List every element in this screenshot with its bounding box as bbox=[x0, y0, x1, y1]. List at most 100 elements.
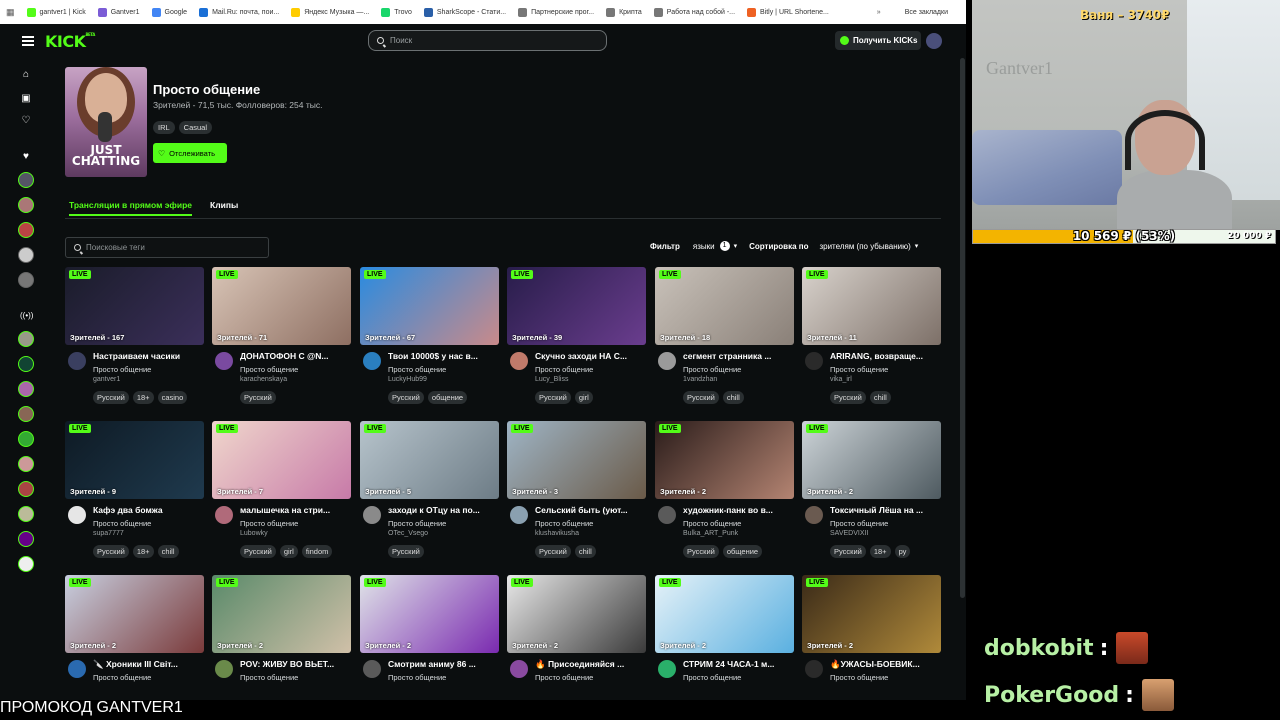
stream-category[interactable]: Просто общение bbox=[240, 519, 298, 528]
stream-card[interactable]: LIVE Зрителей - 9 Кафэ два бомжа Просто общ… bbox=[65, 421, 204, 558]
stream-card[interactable]: LIVE Зрителей - 3 Сельский быть (уют... Про… bbox=[507, 421, 646, 558]
stream-card[interactable]: LIVE Зрителей - 2 Токсичный Лёша на ... Про… bbox=[802, 421, 941, 558]
stream-tag[interactable]: chill bbox=[574, 545, 596, 558]
stream-tag[interactable]: Русский bbox=[830, 391, 866, 404]
stream-thumbnail[interactable]: LIVE Зрителей - 7 bbox=[212, 421, 351, 499]
bookmark-item[interactable]: gantver1 | Kick bbox=[26, 7, 86, 17]
stream-tag[interactable]: Русский bbox=[388, 545, 424, 558]
stream-title[interactable]: Настраиваем часики bbox=[93, 351, 204, 361]
channel-username[interactable]: LuckyHub99 bbox=[388, 376, 427, 383]
sidebar-channel-avatar[interactable] bbox=[18, 481, 34, 497]
channel-avatar[interactable] bbox=[805, 506, 823, 524]
stream-tag[interactable]: 18+ bbox=[869, 545, 891, 558]
stream-category[interactable]: Просто общение bbox=[388, 519, 446, 528]
channel-avatar[interactable] bbox=[510, 660, 528, 678]
channel-username[interactable]: vika_irl bbox=[830, 376, 852, 383]
stream-category[interactable]: Просто общение bbox=[830, 519, 888, 528]
stream-card[interactable]: LIVE Зрителей - 5 заходи к ОТцу на по... Пр… bbox=[360, 421, 499, 558]
bookmark-item[interactable]: Trovo bbox=[381, 7, 412, 17]
kick-logo[interactable]: KICKBETA bbox=[45, 32, 95, 51]
bookmark-item[interactable]: Google bbox=[151, 7, 187, 17]
channel-avatar[interactable] bbox=[215, 660, 233, 678]
sidebar-channel-avatar[interactable] bbox=[18, 331, 34, 347]
stream-category[interactable]: Просто общение bbox=[830, 365, 888, 374]
stream-thumbnail[interactable]: LIVE Зрителей - 2 bbox=[655, 575, 794, 653]
stream-card[interactable]: LIVE Зрителей - 2 Смотрим аниму 86 ... Прос… bbox=[360, 575, 499, 682]
bookmark-item[interactable]: SharkScope - Стати... bbox=[423, 7, 506, 17]
stream-tag[interactable]: Русский bbox=[535, 545, 571, 558]
stream-title[interactable]: Смотрим аниму 86 ... bbox=[388, 659, 499, 669]
stream-tag[interactable]: Русский bbox=[683, 391, 719, 404]
stream-category[interactable]: Просто общение bbox=[683, 519, 741, 528]
stream-card[interactable]: LIVE Зрителей - 39 Скучно заходи НА С... Пр… bbox=[507, 267, 646, 404]
stream-tag[interactable]: chill bbox=[157, 545, 179, 558]
stream-tag[interactable]: Русский bbox=[93, 391, 129, 404]
channel-avatar[interactable] bbox=[363, 660, 381, 678]
stream-title[interactable]: Твои 10000$ у нас в... bbox=[388, 351, 499, 361]
tab-clips[interactable]: Клипы bbox=[210, 200, 238, 210]
home-icon[interactable]: ⌂ bbox=[20, 69, 32, 81]
sidebar-channel-avatar[interactable] bbox=[18, 556, 34, 572]
stream-tag[interactable]: Русский bbox=[240, 545, 276, 558]
stream-card[interactable]: LIVE Зрителей - 71 ДОНАТОФОН С @N... Просто… bbox=[212, 267, 351, 404]
sort-dropdown[interactable]: зрителям (по убыванию) ▾ bbox=[819, 242, 918, 251]
sidebar-channel-avatar[interactable] bbox=[18, 272, 34, 288]
stream-title[interactable]: 🔪 Хроники III Світ... bbox=[93, 659, 204, 670]
stream-thumbnail[interactable]: LIVE Зрителей - 11 bbox=[802, 267, 941, 345]
stream-card[interactable]: LIVE Зрителей - 2 POV: ЖИВУ ВО ВЬЕТ... Прос… bbox=[212, 575, 351, 682]
stream-thumbnail[interactable]: LIVE Зрителей - 2 bbox=[507, 575, 646, 653]
stream-category[interactable]: Просто общение bbox=[830, 673, 888, 682]
channel-avatar[interactable] bbox=[215, 352, 233, 370]
channel-avatar[interactable] bbox=[68, 352, 86, 370]
stream-title[interactable]: малышечка на стри... bbox=[240, 505, 351, 515]
channel-avatar[interactable] bbox=[363, 506, 381, 524]
stream-title[interactable]: заходи к ОТцу на по... bbox=[388, 505, 499, 515]
stream-thumbnail[interactable]: LIVE Зрителей - 39 bbox=[507, 267, 646, 345]
channel-avatar[interactable] bbox=[658, 660, 676, 678]
chevron-right-icon[interactable]: » bbox=[877, 9, 881, 16]
stream-category[interactable]: Просто общение bbox=[388, 673, 446, 682]
channel-username[interactable]: OTec_Vsego bbox=[388, 530, 428, 537]
category-tag[interactable]: Casual bbox=[178, 121, 213, 134]
bookmark-item[interactable]: Mail.Ru: почта, пои... bbox=[199, 7, 279, 17]
stream-card[interactable]: LIVE Зрителей - 67 Твои 10000$ у нас в... П… bbox=[360, 267, 499, 404]
channel-avatar[interactable] bbox=[805, 660, 823, 678]
channel-username[interactable]: supa7777 bbox=[93, 530, 124, 537]
stream-title[interactable]: художник-панк во в... bbox=[683, 505, 794, 515]
stream-title[interactable]: ДОНАТОФОН С @N... bbox=[240, 351, 351, 361]
apps-icon[interactable]: ▦ bbox=[6, 7, 15, 18]
stream-thumbnail[interactable]: LIVE Зрителей - 167 bbox=[65, 267, 204, 345]
channel-avatar[interactable] bbox=[805, 352, 823, 370]
stream-tag[interactable]: 18+ bbox=[132, 391, 154, 404]
channel-avatar[interactable] bbox=[658, 506, 676, 524]
sidebar-channel-avatar[interactable] bbox=[18, 456, 34, 472]
channel-avatar[interactable] bbox=[658, 352, 676, 370]
stream-tag[interactable]: Русский bbox=[535, 391, 571, 404]
stream-title[interactable]: Сельский быть (уют... bbox=[535, 505, 646, 515]
stream-card[interactable]: LIVE Зрителей - 2 художник-панк во в... Про… bbox=[655, 421, 794, 558]
channel-avatar[interactable] bbox=[215, 506, 233, 524]
sidebar-channel-avatar[interactable] bbox=[18, 172, 34, 188]
channel-avatar[interactable] bbox=[510, 352, 528, 370]
get-kicks-button[interactable]: Получить KICKs bbox=[835, 31, 921, 50]
channel-username[interactable]: Bulka_ART_Punk bbox=[683, 530, 738, 537]
stream-title[interactable]: сегмент странника ... bbox=[683, 351, 794, 361]
channel-username[interactable]: klushavikusha bbox=[535, 530, 579, 537]
stream-tag[interactable]: chill bbox=[869, 391, 891, 404]
all-bookmarks-button[interactable]: » Все закладки bbox=[868, 0, 948, 24]
stream-tag[interactable]: Русский bbox=[93, 545, 129, 558]
channel-avatar[interactable] bbox=[68, 506, 86, 524]
sidebar-channel-avatar[interactable] bbox=[18, 531, 34, 547]
channel-avatar[interactable] bbox=[68, 660, 86, 678]
stream-title[interactable]: СТРИМ 24 ЧАСА-1 м... bbox=[683, 659, 794, 669]
stream-card[interactable]: LIVE Зрителей - 7 малышечка на стри... Прос… bbox=[212, 421, 351, 558]
bookmark-item[interactable]: Партнерские прог... bbox=[518, 7, 594, 17]
stream-tag[interactable]: chill bbox=[722, 391, 744, 404]
user-avatar[interactable] bbox=[926, 33, 942, 49]
channel-username[interactable]: Lucy_Bliss bbox=[535, 376, 568, 383]
stream-card[interactable]: LIVE Зрителей - 18 сегмент странника ... Пр… bbox=[655, 267, 794, 404]
stream-tag[interactable]: ру bbox=[894, 545, 911, 558]
sidebar-channel-avatar[interactable] bbox=[18, 197, 34, 213]
stream-category[interactable]: Просто общение bbox=[683, 365, 741, 374]
sidebar-channel-avatar[interactable] bbox=[18, 431, 34, 447]
